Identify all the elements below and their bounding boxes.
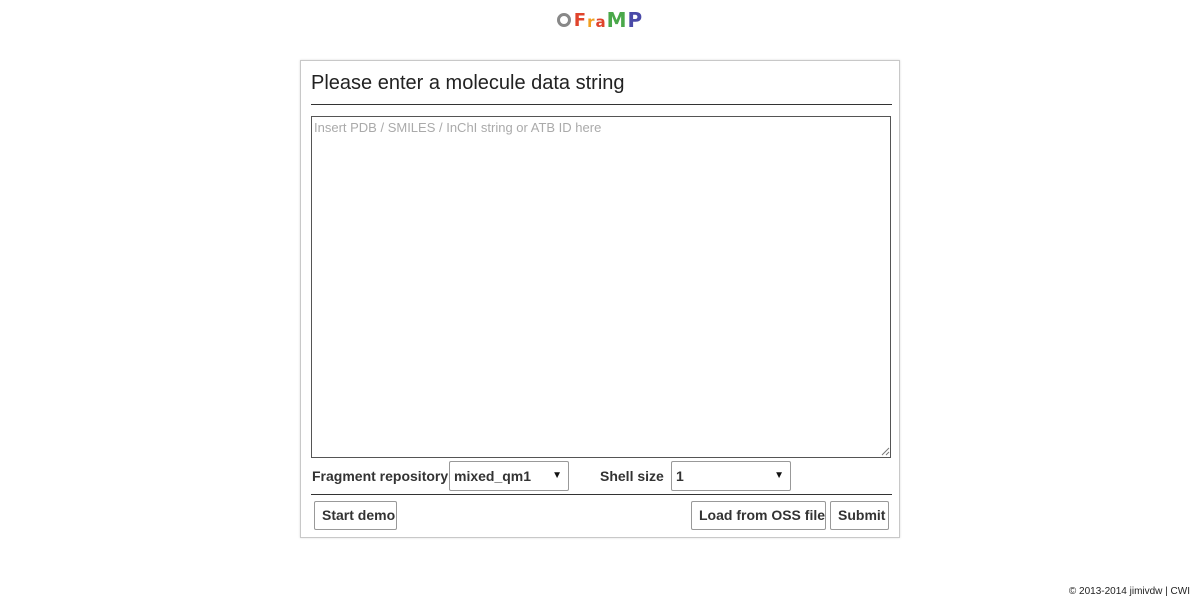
start-demo-button[interactable]: Start demo	[314, 501, 397, 530]
logo-ring-icon	[556, 13, 571, 27]
shell-size-value: 1	[676, 468, 684, 484]
molecule-data-input[interactable]	[311, 116, 891, 458]
logo-letter: P	[627, 8, 643, 32]
chevron-down-icon: ▼	[552, 470, 562, 481]
molecule-input-panel: Please enter a molecule data string Frag…	[300, 60, 900, 538]
logo-letter: F	[573, 10, 587, 31]
fragment-repository-select[interactable]: mixed_qm1 ▼	[449, 461, 569, 491]
panel-title: Please enter a molecule data string	[311, 72, 625, 94]
logo-letter: r	[587, 13, 595, 31]
shell-size-select[interactable]: 1 ▼	[671, 461, 791, 491]
submit-button[interactable]: Submit	[830, 501, 889, 530]
fragment-repository-label: Fragment repository	[312, 468, 449, 484]
shell-size-label: Shell size	[600, 468, 664, 484]
logo-letter: a	[595, 13, 606, 31]
fragment-repository-value: mixed_qm1	[454, 468, 532, 484]
title-divider	[311, 104, 892, 105]
chevron-down-icon: ▼	[774, 470, 784, 481]
logo-letter: M	[606, 8, 627, 32]
footer-credits: © 2013-2014 jimivdw | CWI	[1068, 586, 1190, 597]
options-divider	[311, 494, 892, 495]
app-logo: F r a M P	[0, 10, 1199, 40]
load-oss-file-button[interactable]: Load from OSS file	[691, 501, 826, 530]
